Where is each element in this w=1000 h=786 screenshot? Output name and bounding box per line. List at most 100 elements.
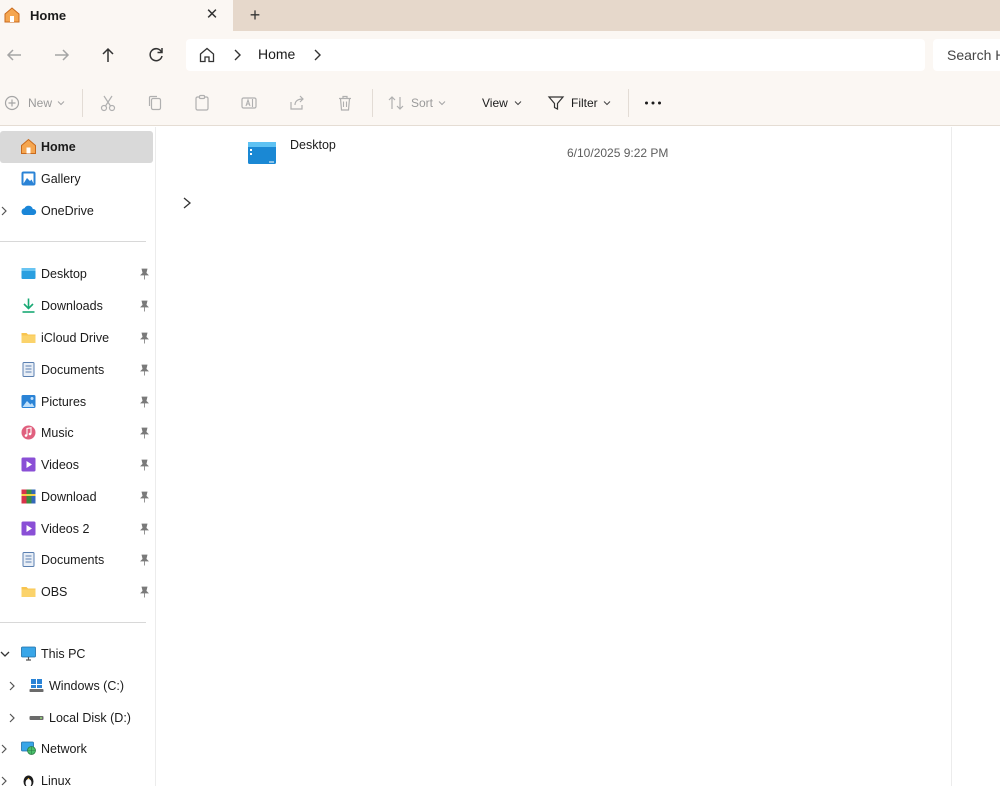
close-tab-button[interactable]: ✕ — [203, 6, 221, 24]
pin-icon[interactable] — [139, 586, 150, 598]
sidebar-item-music[interactable]: Music — [0, 417, 153, 449]
pin-icon[interactable] — [139, 459, 150, 471]
filter-button[interactable]: Filter — [547, 93, 611, 113]
sidebar-item-label: Download — [41, 490, 97, 504]
copy-button[interactable] — [146, 93, 164, 113]
address-row: Home Search H — [0, 31, 1000, 79]
sidebar-item-label: iCloud Drive — [41, 331, 110, 345]
sidebar-item-this-pc[interactable]: This PC — [0, 638, 153, 670]
home-icon — [4, 7, 20, 23]
sidebar-item-onedrive[interactable]: OneDrive — [0, 195, 153, 227]
sidebar-item-download[interactable]: Download — [0, 481, 153, 513]
chevron-down-icon[interactable] — [0, 648, 10, 660]
navigation-pane: Home Gallery OneDrive Desktop Downloads … — [0, 127, 156, 786]
chevron-right-icon[interactable] — [8, 680, 18, 692]
pin-icon[interactable] — [139, 268, 150, 280]
pin-icon[interactable] — [139, 396, 150, 408]
pin-icon[interactable] — [139, 491, 150, 503]
sidebar-item-local-disk-d[interactable]: Local Disk (D:) — [0, 702, 153, 734]
separator — [628, 89, 629, 117]
rename-icon — [241, 97, 257, 109]
sidebar-item-label: Gallery — [41, 172, 81, 186]
list-item[interactable]: Desktop 6/10/2025 9:22 PM — [247, 135, 847, 169]
sidebar-item-gallery[interactable]: Gallery — [0, 163, 153, 195]
cloud-icon — [21, 205, 37, 215]
chevron-right-icon[interactable] — [232, 48, 242, 62]
chevron-right-icon[interactable] — [181, 195, 193, 211]
refresh-icon[interactable] — [145, 44, 167, 66]
sidebar-item-label: Videos 2 — [41, 522, 90, 536]
up-arrow-icon[interactable] — [97, 44, 119, 66]
delete-button[interactable] — [336, 93, 354, 113]
sidebar-item-label: Downloads — [41, 299, 103, 313]
more-options-button[interactable] — [643, 93, 663, 113]
sidebar-item-label: Videos — [41, 458, 79, 472]
sidebar-item-label: Local Disk (D:) — [49, 711, 131, 725]
chevron-down-icon — [603, 101, 611, 106]
new-label: New — [28, 96, 53, 110]
sidebar-item-desktop[interactable]: Desktop — [0, 258, 153, 290]
sidebar-item-pictures[interactable]: Pictures — [0, 386, 153, 418]
sidebar-item-label: Network — [41, 742, 87, 756]
pin-icon[interactable] — [139, 427, 150, 439]
sort-button[interactable]: Sort — [387, 93, 446, 113]
paste-button[interactable] — [193, 93, 211, 113]
command-bar: New Sort View Filter — [0, 79, 1000, 126]
desktop-folder-icon — [248, 142, 276, 164]
new-button[interactable]: New — [4, 93, 65, 113]
sidebar-item-label: OneDrive — [41, 204, 94, 218]
search-input[interactable]: Search H — [933, 39, 1000, 71]
sidebar-item-windows-c[interactable]: Windows (C:) — [0, 670, 153, 702]
home-outline-icon[interactable] — [198, 46, 216, 64]
breadcrumb-home[interactable]: Home — [258, 46, 295, 62]
chevron-right-icon[interactable] — [0, 743, 10, 755]
pin-icon[interactable] — [139, 523, 150, 535]
scissors-icon — [100, 95, 116, 112]
pin-icon[interactable] — [139, 554, 150, 566]
file-list: Desktop 6/10/2025 9:22 PM — [157, 127, 951, 786]
sidebar-item-documents-2[interactable]: Documents — [0, 544, 153, 576]
computer-icon — [21, 646, 36, 661]
pin-icon[interactable] — [139, 364, 150, 376]
forward-arrow-icon[interactable] — [51, 44, 73, 66]
share-button[interactable] — [288, 93, 306, 113]
sidebar-item-icloud-drive[interactable]: iCloud Drive — [0, 322, 153, 354]
chevron-right-icon[interactable] — [8, 712, 18, 724]
sidebar-item-label: Music — [41, 426, 74, 440]
sidebar-item-downloads[interactable]: Downloads — [0, 290, 153, 322]
sidebar-item-obs[interactable]: OBS — [0, 576, 153, 608]
video-icon — [21, 521, 36, 536]
sidebar-item-home[interactable]: Home — [0, 131, 153, 163]
pin-icon[interactable] — [139, 300, 150, 312]
new-tab-button[interactable]: + — [245, 5, 265, 25]
sidebar-item-label: Linux — [41, 774, 71, 786]
back-arrow-icon[interactable] — [3, 44, 25, 66]
content-divider — [951, 127, 952, 786]
tab-bar: Home ✕ + — [0, 0, 1000, 31]
sidebar-item-documents[interactable]: Documents — [0, 354, 153, 386]
address-bar[interactable]: Home — [186, 39, 925, 71]
chevron-down-icon — [514, 101, 522, 106]
sidebar-item-label: Documents — [41, 553, 105, 567]
clipboard-icon — [195, 94, 209, 111]
cut-button[interactable] — [99, 93, 117, 113]
share-icon — [290, 95, 304, 110]
sidebar-item-linux[interactable]: Linux — [0, 765, 153, 786]
chevron-right-icon[interactable] — [312, 48, 322, 62]
sidebar-item-videos[interactable]: Videos — [0, 449, 153, 481]
plus-circle-icon — [4, 95, 20, 111]
file-name: Desktop — [290, 138, 336, 152]
pin-icon[interactable] — [139, 332, 150, 344]
tab-home[interactable]: Home ✕ — [0, 0, 233, 31]
picture-icon — [21, 395, 36, 408]
document-icon — [22, 552, 35, 567]
chevron-right-icon[interactable] — [0, 775, 10, 786]
view-button[interactable]: View — [482, 93, 522, 113]
rename-button[interactable] — [240, 93, 258, 113]
sidebar-item-network[interactable]: Network — [0, 733, 153, 765]
chevron-right-icon[interactable] — [0, 205, 10, 217]
sidebar-item-videos-2[interactable]: Videos 2 — [0, 513, 153, 545]
trash-icon — [339, 95, 351, 111]
document-icon — [22, 362, 35, 377]
sidebar-divider — [0, 241, 146, 242]
